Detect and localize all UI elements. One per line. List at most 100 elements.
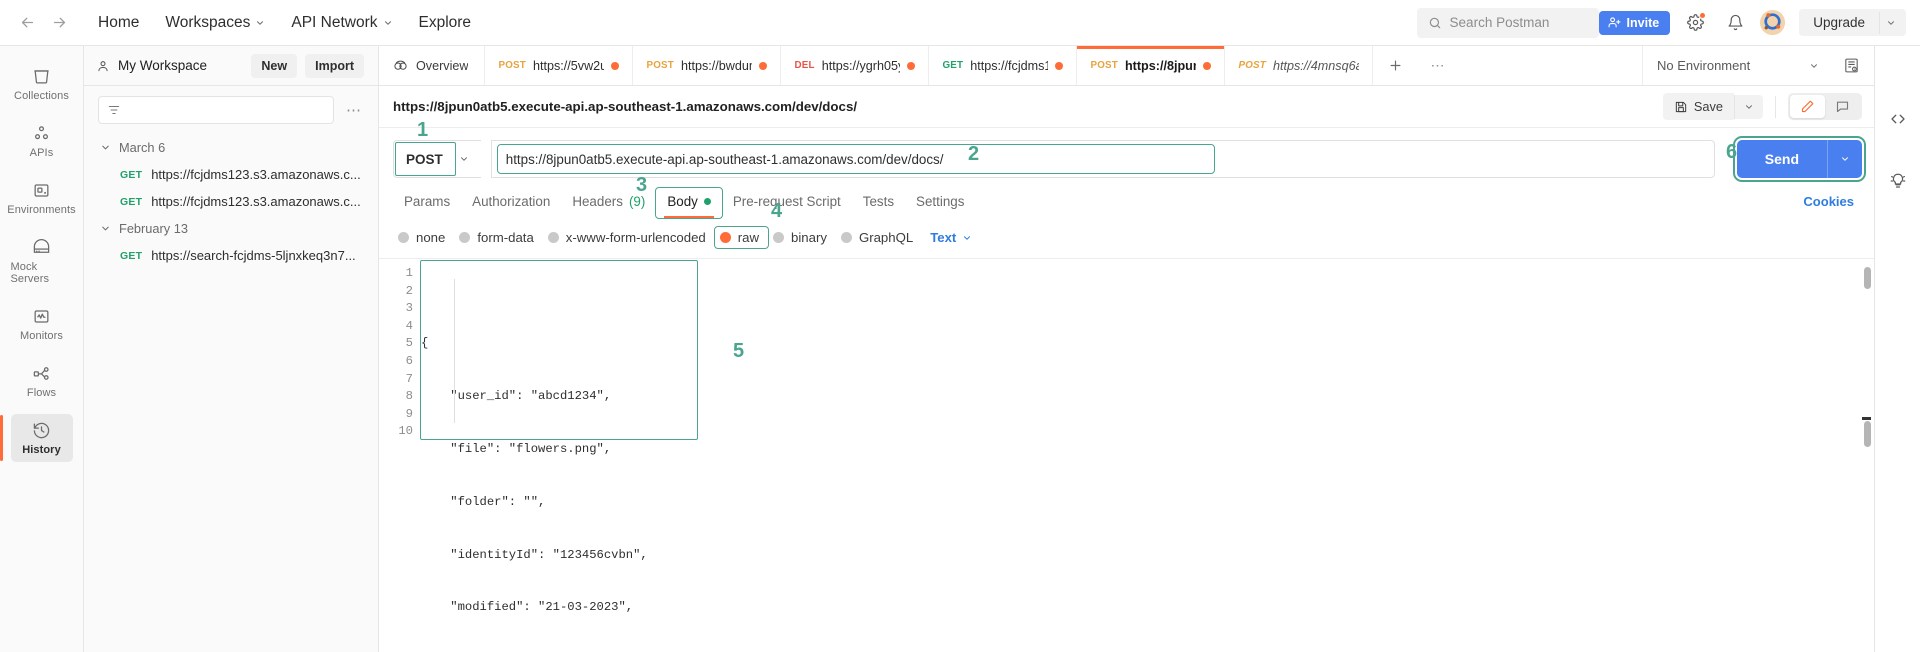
method-selector[interactable]: POST	[393, 140, 481, 178]
sidebar-item-environments[interactable]: Environments	[7, 174, 76, 222]
environment-name: No Environment	[1657, 58, 1751, 73]
body-type-raw[interactable]: raw	[713, 226, 770, 249]
body-type-graphql[interactable]: GraphQL	[836, 227, 922, 248]
top-navigation-bar: Home Workspaces API Network Explore Sear…	[0, 0, 1920, 46]
code-line: {	[421, 336, 429, 351]
tab-request-2[interactable]: POST https://bwdum0rws4.	[633, 46, 782, 85]
divider	[1775, 95, 1776, 118]
forward-button[interactable]	[46, 10, 72, 36]
tab-authorization[interactable]: Authorization	[461, 188, 561, 218]
method-dropdown-chevron[interactable]	[457, 141, 481, 177]
search-input[interactable]: Search Postman	[1416, 7, 1599, 38]
body-type-form-data-label: form-data	[477, 230, 534, 245]
nav-item-home[interactable]: Home	[86, 8, 151, 38]
tab-overview[interactable]: Overview	[379, 46, 486, 85]
body-type-binary[interactable]: binary	[768, 227, 836, 248]
tab-pre-request-script-label: Pre-request Script	[732, 194, 841, 209]
nav-item-api-network[interactable]: API Network	[279, 8, 404, 38]
import-button[interactable]: Import	[305, 53, 364, 78]
history-group-header[interactable]: March 6	[84, 134, 378, 161]
settings-button[interactable]	[1680, 8, 1710, 38]
chevron-down-icon	[1746, 104, 1752, 109]
avatar[interactable]	[1760, 10, 1786, 35]
url-input[interactable]: https://8jpun0atb5.execute-api.ap-southe…	[490, 140, 1715, 178]
tab-request-5-active[interactable]: POST https://8jpun0atb5.e»	[1077, 46, 1226, 85]
tab-tests[interactable]: Tests	[852, 188, 905, 218]
sidebar-item-history[interactable]: History	[0, 414, 73, 462]
body-type-graphql-label: GraphQL	[858, 230, 914, 245]
tab-overview-label: Overview	[416, 58, 469, 73]
save-button[interactable]: Save	[1662, 93, 1734, 120]
tab-request-3[interactable]: DEL https://ygrh05yji6.exe»	[781, 46, 930, 85]
body-type-x-www-form-urlencoded[interactable]: x-www-form-urlencoded	[543, 227, 715, 248]
send-dropdown-button[interactable]	[1827, 140, 1862, 178]
nav-item-workspaces[interactable]: Workspaces	[153, 8, 277, 38]
scrollbar-thumb-bottom[interactable]	[1864, 421, 1871, 447]
upgrade-dropdown-button[interactable]	[1879, 11, 1906, 34]
sidebar-item-collections[interactable]: Collections	[11, 60, 73, 108]
nav-label-api-network: API Network	[291, 13, 378, 31]
body-type-none[interactable]: none	[393, 227, 454, 248]
postman-app-window: Home Workspaces API Network Explore Sear…	[0, 0, 1920, 652]
comment-mode-button[interactable]	[1825, 95, 1860, 118]
search-icon	[1429, 17, 1440, 28]
line-number: 5	[405, 336, 413, 351]
scrollbar-thumb-top[interactable]	[1864, 267, 1871, 289]
history-more-button[interactable]: ⋯	[342, 101, 366, 119]
history-filter-input[interactable]	[98, 96, 334, 124]
method-value[interactable]: POST	[394, 141, 457, 177]
sidebar-item-apis[interactable]: APIs	[11, 117, 73, 165]
tab-strip-more-button[interactable]: ⋯	[1418, 46, 1457, 85]
nav-label-explore: Explore	[418, 13, 472, 31]
sidebar-item-mock-servers[interactable]: Mock Servers	[11, 231, 73, 291]
send-button[interactable]: Send	[1737, 140, 1827, 178]
invite-button[interactable]: Invite	[1598, 10, 1671, 35]
postbot-button[interactable]	[1883, 166, 1913, 196]
new-tab-button[interactable]	[1373, 46, 1418, 85]
tab-settings-label: Settings	[916, 194, 965, 209]
history-group-header[interactable]: February 13	[84, 215, 378, 242]
code-snippet-button[interactable]	[1883, 104, 1913, 134]
tab-request-1[interactable]: POST https://5vw2ufurrk.e»	[485, 46, 634, 85]
sidebar-item-monitors[interactable]: Monitors	[11, 300, 73, 348]
monitors-icon	[34, 310, 49, 323]
upgrade-button[interactable]: Upgrade	[1799, 9, 1879, 36]
body-type-form-data[interactable]: form-data	[454, 227, 542, 248]
environment-quick-look-button[interactable]	[1829, 57, 1874, 74]
nav-item-explore[interactable]: Explore	[407, 8, 484, 38]
url-value: https://8jpun0atb5.execute-api.ap-southe…	[505, 151, 944, 167]
back-button[interactable]	[14, 10, 40, 36]
body-editor[interactable]: 1 2 3 4 5 6 7 8 9 10 { "user_id": "abcd1…	[379, 259, 1874, 652]
sidebar-item-flows[interactable]: Flows	[11, 357, 73, 405]
unsaved-indicator-dot	[611, 61, 620, 70]
list-item[interactable]: GET https://fcjdms123.s3.amazonaws.c...	[84, 161, 378, 188]
bell-icon	[1728, 14, 1743, 31]
raw-format-selector[interactable]: Text	[930, 230, 972, 245]
cookies-link[interactable]: Cookies	[1803, 188, 1860, 218]
chevron-down-icon	[102, 145, 109, 150]
editor-scrollbar[interactable]	[1862, 267, 1871, 652]
filter-icon	[108, 105, 120, 115]
tab-pre-request-script[interactable]: Pre-request Script	[722, 188, 852, 218]
tab-request-6-preview[interactable]: POST https://4mnsq6at63.exe	[1225, 46, 1374, 85]
tab-request-4[interactable]: GET https://fcjdms123.s3.a	[929, 46, 1078, 85]
tab-params[interactable]: Params	[393, 188, 461, 218]
save-dropdown-button[interactable]	[1734, 94, 1763, 119]
tab-body[interactable]: Body	[655, 187, 723, 219]
edit-mode-button[interactable]	[1790, 95, 1825, 118]
line-number: 3	[405, 301, 413, 316]
list-item[interactable]: GET https://search-fcjdms-5ljnxkeq3n7...	[84, 242, 378, 269]
environment-selector[interactable]: No Environment	[1643, 46, 1829, 85]
history-icon	[33, 422, 50, 439]
new-button[interactable]: New	[251, 53, 298, 78]
editor-code-area[interactable]: { "user_id": "abcd1234", "file": "flower…	[420, 259, 1874, 652]
history-item-method: GET	[120, 195, 143, 208]
body-type-row: none form-data x-www-form-urlencoded raw…	[379, 218, 1874, 259]
tab-label: https://fcjdms123.s3.a	[970, 58, 1049, 73]
tab-headers[interactable]: Headers (9)	[561, 188, 656, 218]
send-control[interactable]: Send	[1732, 136, 1867, 182]
notifications-button[interactable]	[1720, 8, 1750, 38]
collections-icon	[34, 70, 49, 84]
tab-settings[interactable]: Settings	[905, 188, 975, 218]
list-item[interactable]: GET https://fcjdms123.s3.amazonaws.c...	[84, 188, 378, 215]
